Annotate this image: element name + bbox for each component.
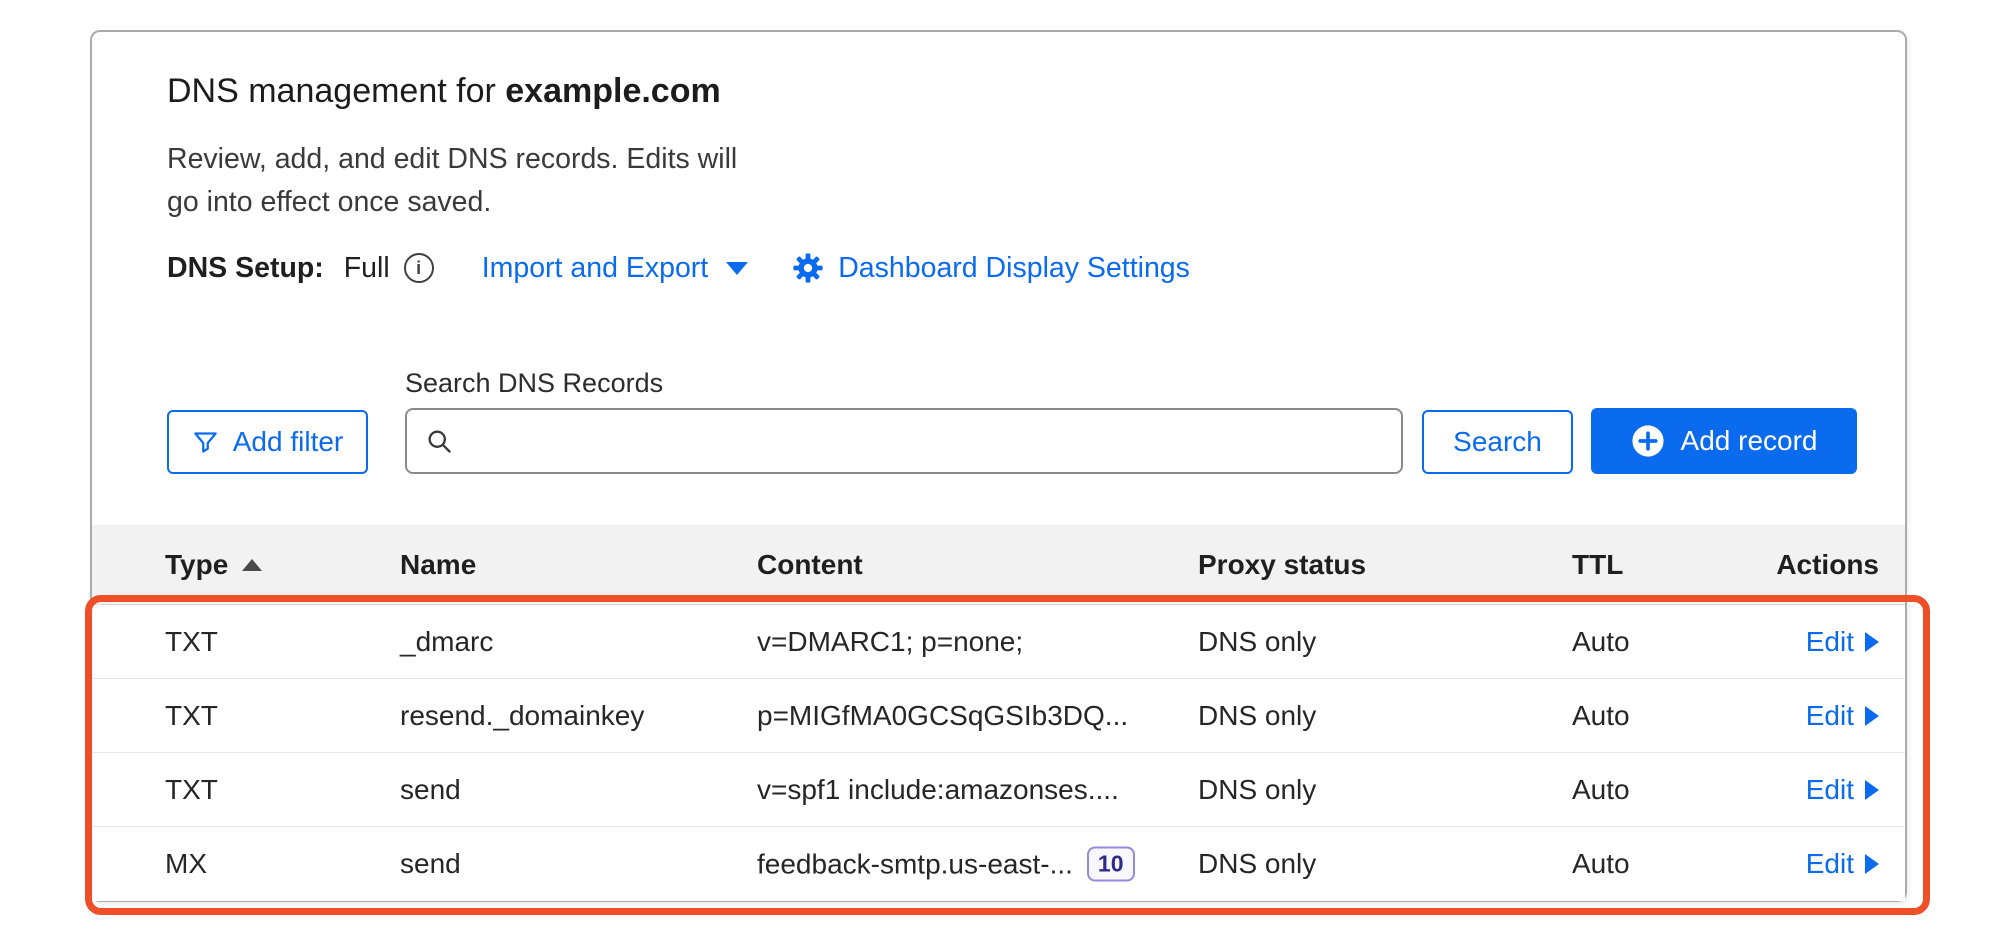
column-header-ttl: TTL bbox=[1572, 549, 1623, 581]
cell-content: feedback-smtp.us-east-... 10 bbox=[757, 847, 1135, 882]
dashboard-display-settings-label: Dashboard Display Settings bbox=[838, 252, 1190, 285]
cell-ttl: Auto bbox=[1572, 774, 1630, 806]
edit-record-button[interactable]: Edit bbox=[1806, 700, 1879, 732]
cell-type: TXT bbox=[165, 774, 218, 806]
page-title-domain: example.com bbox=[505, 72, 720, 110]
dns-management-card: DNS management for example.com Review, a… bbox=[90, 30, 1907, 902]
column-header-content: Content bbox=[757, 549, 863, 581]
column-header-type-label: Type bbox=[165, 549, 228, 581]
column-header-name: Name bbox=[400, 549, 476, 581]
search-input[interactable] bbox=[467, 424, 1383, 458]
edit-record-button[interactable]: Edit bbox=[1806, 848, 1879, 880]
cell-name: _dmarc bbox=[400, 626, 493, 658]
search-dns-records-label: Search DNS Records bbox=[405, 368, 663, 399]
mx-priority-badge: 10 bbox=[1087, 847, 1135, 882]
dashboard-display-settings-link[interactable]: Dashboard Display Settings bbox=[792, 252, 1190, 285]
cell-ttl: Auto bbox=[1572, 626, 1630, 658]
chevron-down-icon bbox=[726, 262, 748, 275]
add-filter-button[interactable]: Add filter bbox=[167, 410, 368, 474]
plus-circle-icon bbox=[1631, 424, 1665, 458]
cell-content-text: feedback-smtp.us-east-... bbox=[757, 848, 1073, 880]
chevron-right-icon bbox=[1865, 854, 1879, 874]
cell-name: send bbox=[400, 774, 461, 806]
cell-type: MX bbox=[165, 848, 207, 880]
edit-record-button[interactable]: Edit bbox=[1806, 626, 1879, 658]
page-description: Review, add, and edit DNS records. Edits… bbox=[167, 138, 737, 224]
edit-label: Edit bbox=[1806, 848, 1854, 880]
edit-record-button[interactable]: Edit bbox=[1806, 774, 1879, 806]
search-input-container bbox=[405, 408, 1403, 474]
table-header-row: Type Name Content Proxy status TTL Actio… bbox=[92, 525, 1905, 605]
cell-ttl: Auto bbox=[1572, 700, 1630, 732]
cell-type: TXT bbox=[165, 626, 218, 658]
cell-name: send bbox=[400, 848, 461, 880]
import-export-link[interactable]: Import and Export bbox=[482, 252, 749, 285]
page-description-line2: go into effect once saved. bbox=[167, 181, 737, 224]
cell-content: v=spf1 include:amazonses.... bbox=[757, 774, 1119, 806]
dns-setup-label: DNS Setup: bbox=[167, 252, 324, 285]
table-row: TXT send v=spf1 include:amazonses.... DN… bbox=[92, 753, 1905, 827]
edit-label: Edit bbox=[1806, 700, 1854, 732]
cell-content: v=DMARC1; p=none; bbox=[757, 626, 1023, 658]
chevron-right-icon bbox=[1865, 632, 1879, 652]
chevron-right-icon bbox=[1865, 780, 1879, 800]
column-header-actions: Actions bbox=[1776, 549, 1879, 581]
table-row: TXT resend._domainkey p=MIGfMA0GCSqGSIb3… bbox=[92, 679, 1905, 753]
gear-icon bbox=[792, 252, 824, 284]
table-row: MX send feedback-smtp.us-east-... 10 DNS… bbox=[92, 827, 1905, 901]
cell-content: p=MIGfMA0GCSqGSIb3DQ... bbox=[757, 700, 1128, 732]
page-title: DNS management for example.com bbox=[167, 72, 721, 111]
dns-setup-row: DNS Setup: Full i Import and Export Dash… bbox=[167, 248, 1190, 288]
info-icon[interactable]: i bbox=[404, 253, 434, 283]
sort-ascending-icon bbox=[242, 559, 262, 571]
cell-ttl: Auto bbox=[1572, 848, 1630, 880]
add-record-button[interactable]: Add record bbox=[1591, 408, 1857, 474]
search-icon bbox=[425, 427, 453, 455]
edit-label: Edit bbox=[1806, 774, 1854, 806]
page-title-prefix: DNS management for bbox=[167, 72, 505, 110]
add-record-label: Add record bbox=[1681, 425, 1818, 457]
page-description-line1: Review, add, and edit DNS records. Edits… bbox=[167, 138, 737, 181]
filter-funnel-icon bbox=[192, 429, 219, 456]
cell-proxy-status: DNS only bbox=[1198, 848, 1316, 880]
cell-name: resend._domainkey bbox=[400, 700, 644, 732]
search-button[interactable]: Search bbox=[1422, 410, 1573, 474]
add-filter-label: Add filter bbox=[233, 426, 344, 458]
chevron-right-icon bbox=[1865, 706, 1879, 726]
cell-proxy-status: DNS only bbox=[1198, 626, 1316, 658]
edit-label: Edit bbox=[1806, 626, 1854, 658]
column-header-proxy-status: Proxy status bbox=[1198, 549, 1366, 581]
import-export-label: Import and Export bbox=[482, 252, 709, 285]
column-header-type[interactable]: Type bbox=[165, 549, 262, 581]
cell-proxy-status: DNS only bbox=[1198, 700, 1316, 732]
table-row: TXT _dmarc v=DMARC1; p=none; DNS only Au… bbox=[92, 605, 1905, 679]
dns-setup-value: Full bbox=[344, 252, 390, 285]
cell-type: TXT bbox=[165, 700, 218, 732]
cell-proxy-status: DNS only bbox=[1198, 774, 1316, 806]
dns-records-table: Type Name Content Proxy status TTL Actio… bbox=[92, 525, 1905, 901]
